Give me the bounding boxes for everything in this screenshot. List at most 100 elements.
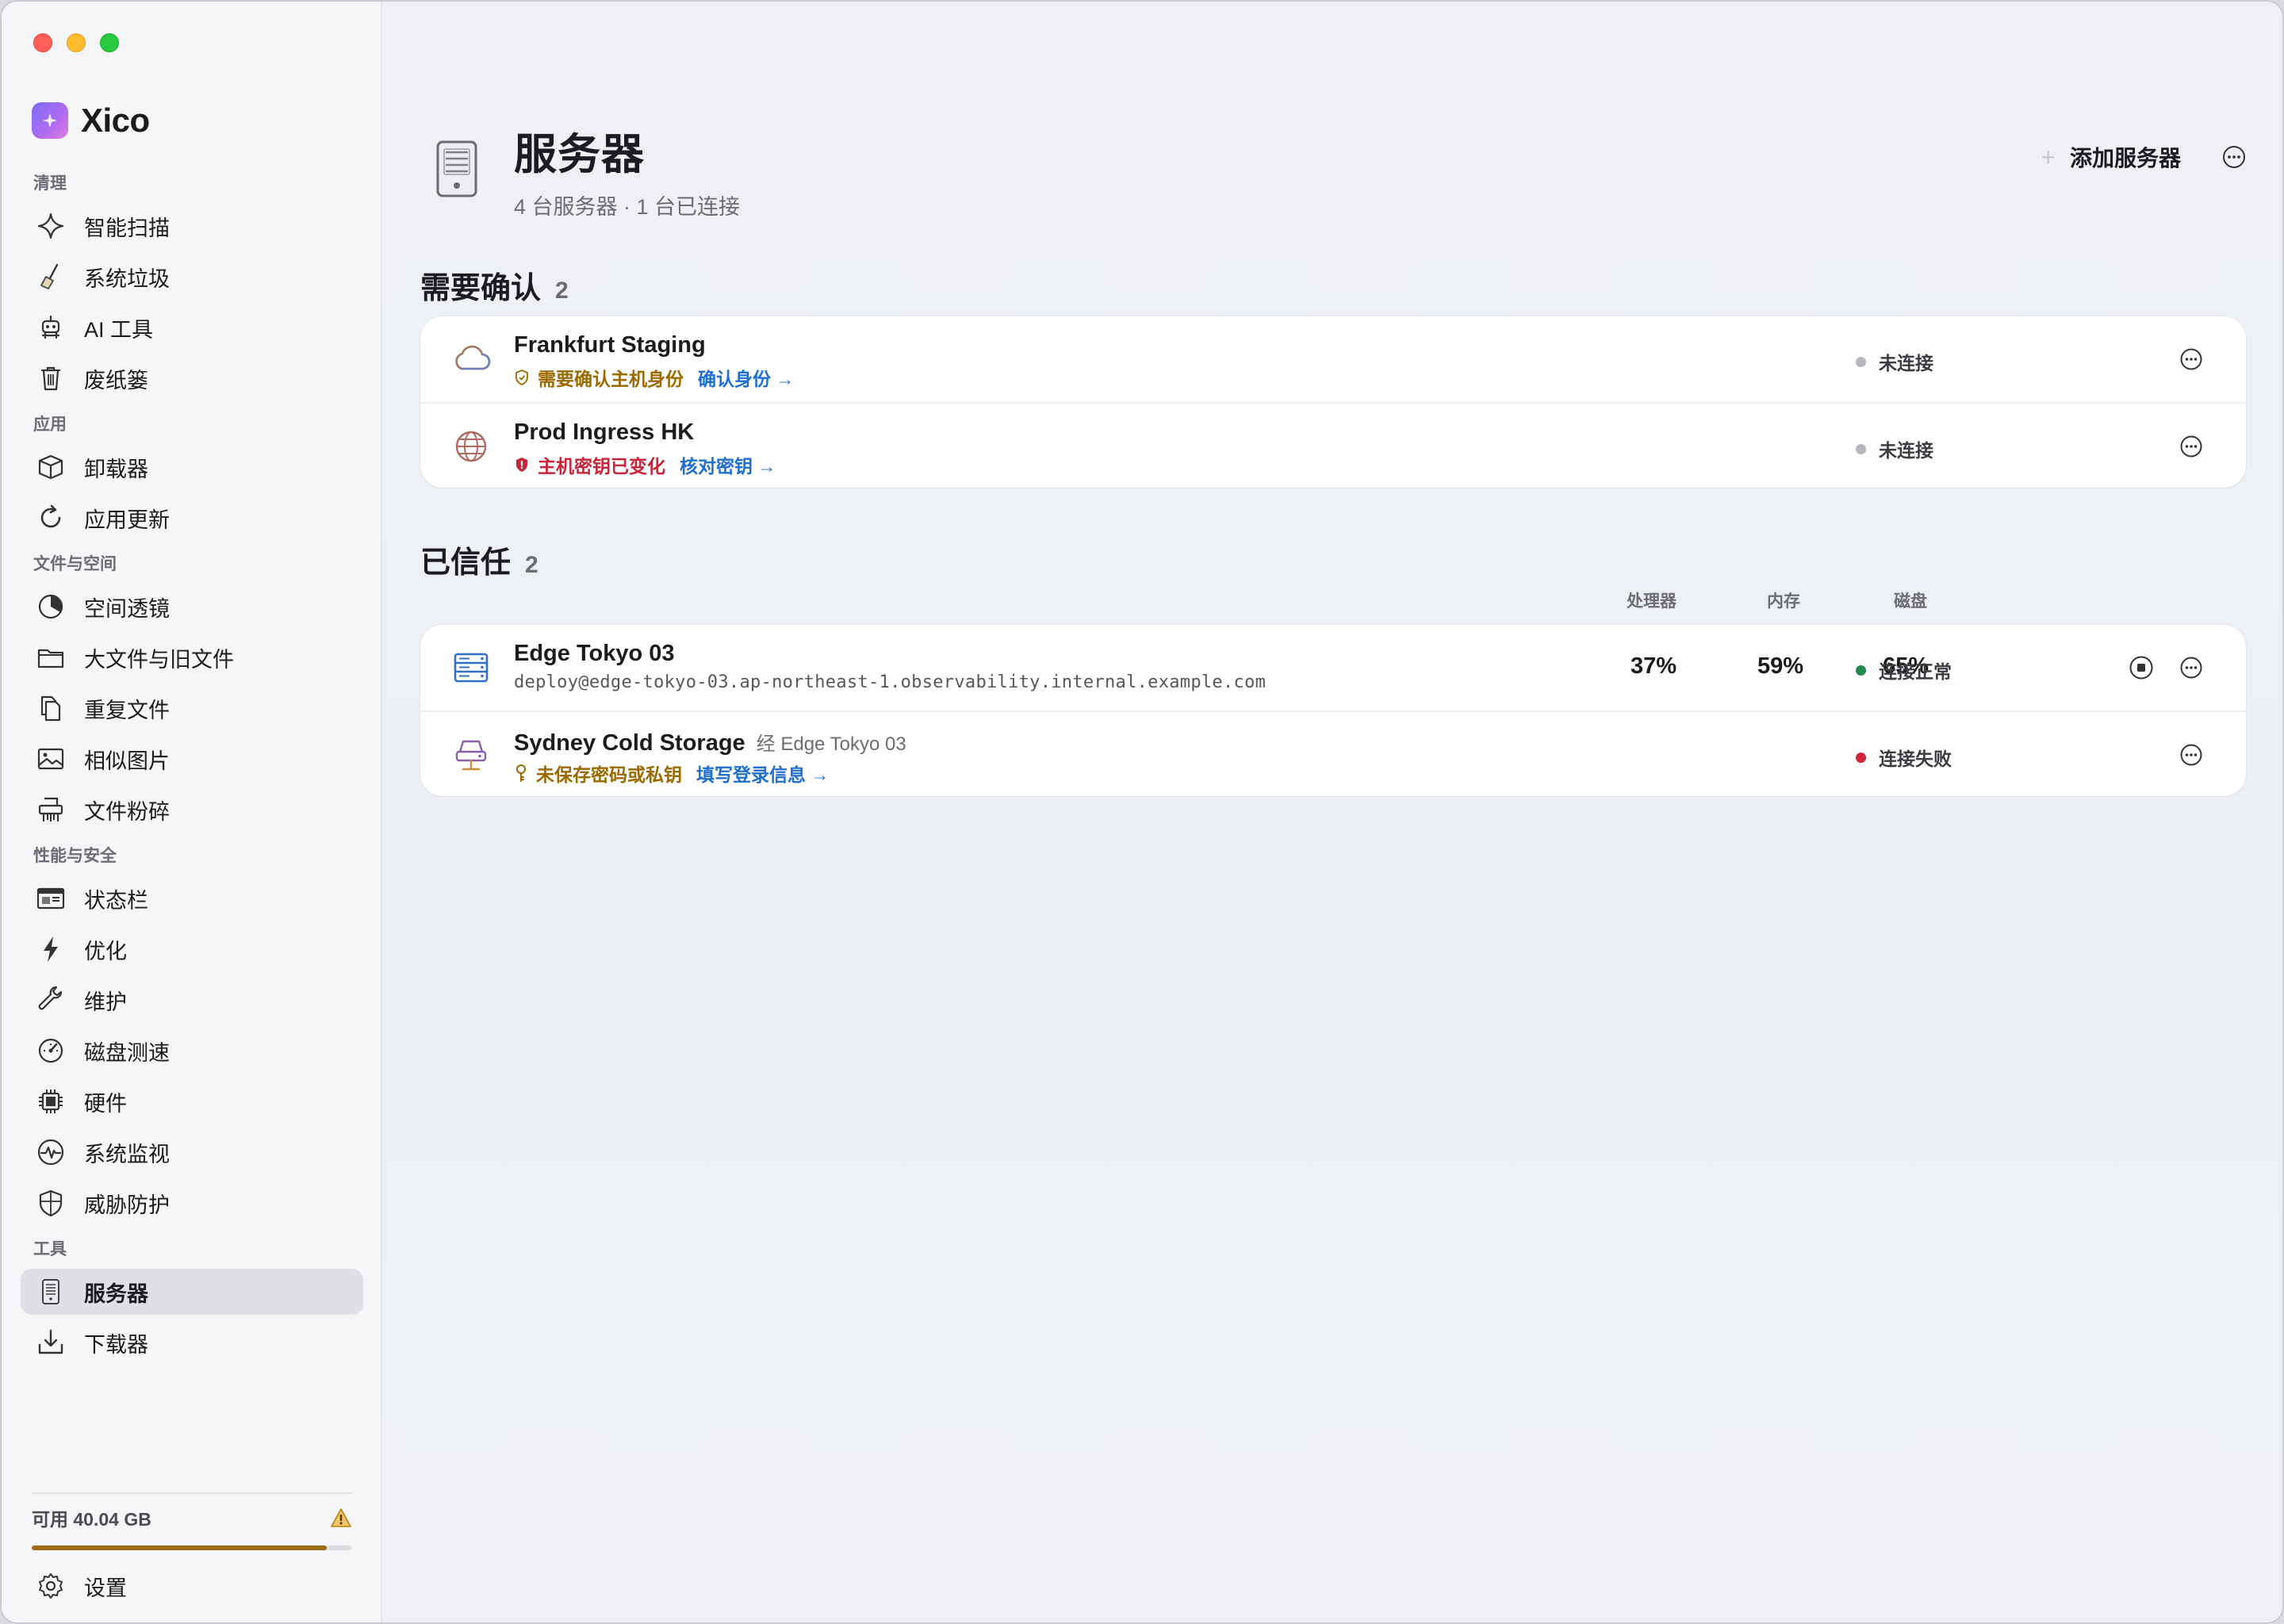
sidebar-item-system-junk[interactable]: 系统垃圾 bbox=[21, 254, 363, 300]
photo-icon bbox=[37, 748, 64, 770]
trash-icon bbox=[40, 366, 61, 391]
sidebar-item-ai-tools[interactable]: AI 工具 bbox=[21, 304, 363, 350]
add-server-button[interactable]: + 添加服务器 bbox=[2041, 141, 2181, 173]
nav-section-title: 性能与安全 bbox=[33, 847, 117, 865]
download-icon bbox=[38, 1329, 63, 1354]
settings-button[interactable]: 设置 bbox=[35, 1570, 127, 1602]
section-title-text: 需要确认 bbox=[420, 272, 542, 305]
more-options-icon[interactable] bbox=[2222, 145, 2246, 169]
sidebar-item-trash[interactable]: 废纸篓 bbox=[21, 355, 363, 401]
server-row-edge-tokyo[interactable]: Edge Tokyo 03 deploy@edge-tokyo-03.ap-no… bbox=[420, 625, 2246, 710]
more-options-icon[interactable] bbox=[2179, 743, 2203, 767]
server-name: Prod Ingress HK bbox=[514, 419, 695, 445]
connection-status: 连接失败 bbox=[1856, 744, 1952, 771]
sidebar-item-hardware[interactable]: 硬件 bbox=[21, 1078, 363, 1124]
issue-text: 需要确认主机身份 bbox=[538, 369, 684, 389]
sidebar-item-downloader[interactable]: 下载器 bbox=[21, 1320, 363, 1365]
sidebar-divider bbox=[32, 1492, 352, 1494]
column-header-disk: 磁盘 bbox=[1894, 592, 1927, 611]
sidebar-item-space-lens[interactable]: 空间透镜 bbox=[21, 584, 363, 630]
settings-label: 设置 bbox=[84, 1576, 127, 1600]
shield-check-icon bbox=[515, 370, 528, 386]
bolt-icon bbox=[44, 936, 58, 962]
server-row-frankfurt[interactable]: Frankfurt Staging 需要确认主机身份 确认身份 → 未连接 bbox=[420, 316, 2246, 402]
sidebar-item-label: 优化 bbox=[84, 939, 127, 963]
sidebar-item-label: 系统监视 bbox=[84, 1142, 170, 1166]
app-name: Xico bbox=[81, 102, 150, 139]
sidebar-item-label: 服务器 bbox=[84, 1281, 148, 1306]
cpu-usage: 37% bbox=[1630, 653, 1677, 679]
server-address: deploy@edge-tokyo-03.ap-northeast-1.obse… bbox=[514, 672, 1267, 692]
section-title-text: 已信任 bbox=[420, 546, 512, 580]
server-name: Sydney Cold Storage 经 Edge Tokyo 03 bbox=[514, 730, 906, 756]
section-title-needs-confirm: 需要确认 2 bbox=[420, 263, 569, 307]
status-dot bbox=[1856, 356, 1866, 367]
sidebar-item-label: 下载器 bbox=[84, 1332, 148, 1357]
verify-key-link[interactable]: 核对密钥 → bbox=[680, 451, 776, 478]
pulse-icon bbox=[37, 1139, 64, 1166]
globe-icon bbox=[455, 431, 487, 462]
server-row-prod-ingress-hk[interactable]: Prod Ingress HK 主机密钥已变化 核对密钥 → 未连接 bbox=[420, 402, 2246, 488]
sidebar-item-system-monitor[interactable]: 系统监视 bbox=[21, 1129, 363, 1175]
server-icon bbox=[436, 140, 477, 197]
sidebar-item-disk-speed[interactable]: 磁盘测速 bbox=[21, 1028, 363, 1074]
server-row-sydney-cold-storage[interactable]: Sydney Cold Storage 经 Edge Tokyo 03 未保存密码… bbox=[420, 710, 2246, 796]
enter-credentials-link[interactable]: 填写登录信息 → bbox=[696, 760, 829, 787]
more-options-icon[interactable] bbox=[2179, 435, 2203, 458]
header-actions: + 添加服务器 bbox=[2041, 141, 2246, 173]
server-issue: 需要确认主机身份 确认身份 → bbox=[514, 364, 794, 391]
sidebar-item-label: 威胁防护 bbox=[84, 1193, 170, 1217]
sidebar-item-label: 智能扫描 bbox=[84, 216, 170, 240]
section-title-trusted: 已信任 2 bbox=[420, 538, 538, 581]
connection-status: 未连接 bbox=[1856, 435, 1933, 462]
sidebar-item-uninstaller[interactable]: 卸载器 bbox=[21, 444, 363, 490]
disconnect-icon[interactable] bbox=[2129, 655, 2154, 680]
storage-drive-icon bbox=[455, 740, 487, 771]
connection-status: 未连接 bbox=[1856, 348, 1933, 375]
status-dot bbox=[1856, 443, 1866, 454]
duplicate-icon bbox=[40, 695, 61, 722]
plus-icon: + bbox=[2041, 142, 2056, 171]
sidebar-item-smart-scan[interactable]: 智能扫描 bbox=[21, 203, 363, 249]
status-text: 连接失败 bbox=[1879, 749, 1952, 769]
sidebar-item-label: 状态栏 bbox=[84, 888, 148, 913]
storage-fill bbox=[32, 1545, 327, 1550]
server-issue: 未保存密码或私钥 填写登录信息 → bbox=[514, 760, 829, 787]
more-options-icon[interactable] bbox=[2179, 656, 2203, 680]
verify-identity-link[interactable]: 确认身份 → bbox=[698, 364, 794, 391]
gauge-icon bbox=[38, 1038, 63, 1063]
sidebar-item-label: 应用更新 bbox=[84, 508, 170, 532]
sidebar: Xico 清理 智能扫描 系统垃圾 AI 工具 废纸篓 应用 卸载器 应用更新 … bbox=[2, 2, 382, 1622]
robot-icon bbox=[41, 315, 60, 339]
alert-shield-icon bbox=[516, 458, 527, 472]
sidebar-item-file-shredder[interactable]: 文件粉碎 bbox=[21, 787, 363, 833]
refresh-icon bbox=[40, 504, 61, 528]
app-window: Xico 清理 智能扫描 系统垃圾 AI 工具 废纸篓 应用 卸载器 应用更新 … bbox=[0, 0, 2284, 1624]
sidebar-item-duplicate-files[interactable]: 重复文件 bbox=[21, 685, 363, 731]
sidebar-item-label: 维护 bbox=[84, 990, 127, 1014]
storage-indicator[interactable]: 可用 40.04 GB bbox=[32, 1504, 352, 1550]
minimize-window-button[interactable] bbox=[67, 33, 86, 52]
column-header-memory: 内存 bbox=[1767, 592, 1800, 611]
sidebar-item-threat-protection[interactable]: 威胁防护 bbox=[21, 1180, 363, 1226]
sidebar-item-menu-bar[interactable]: 状态栏 bbox=[21, 875, 363, 921]
storage-bar bbox=[32, 1545, 352, 1550]
sidebar-item-app-updates[interactable]: 应用更新 bbox=[21, 495, 363, 541]
sidebar-item-label: 废纸篓 bbox=[84, 368, 148, 393]
sidebar-item-maintenance[interactable]: 维护 bbox=[21, 977, 363, 1023]
status-text: 未连接 bbox=[1879, 353, 1933, 373]
sidebar-item-servers[interactable]: 服务器 bbox=[21, 1269, 363, 1315]
key-icon bbox=[516, 764, 526, 782]
sidebar-item-similar-photos[interactable]: 相似图片 bbox=[21, 736, 363, 782]
nav-section-title: 清理 bbox=[33, 174, 67, 193]
close-window-button[interactable] bbox=[33, 33, 52, 52]
pie-icon bbox=[38, 594, 63, 619]
app-logo-icon bbox=[32, 102, 68, 139]
sidebar-item-label: 文件粉碎 bbox=[84, 799, 170, 824]
trusted-card: Edge Tokyo 03 deploy@edge-tokyo-03.ap-no… bbox=[420, 625, 2246, 796]
page-title: 服务器 bbox=[514, 131, 645, 178]
zoom-window-button[interactable] bbox=[100, 33, 119, 52]
sidebar-item-large-old-files[interactable]: 大文件与旧文件 bbox=[21, 634, 363, 680]
more-options-icon[interactable] bbox=[2179, 347, 2203, 371]
sidebar-item-optimize[interactable]: 优化 bbox=[21, 926, 363, 972]
